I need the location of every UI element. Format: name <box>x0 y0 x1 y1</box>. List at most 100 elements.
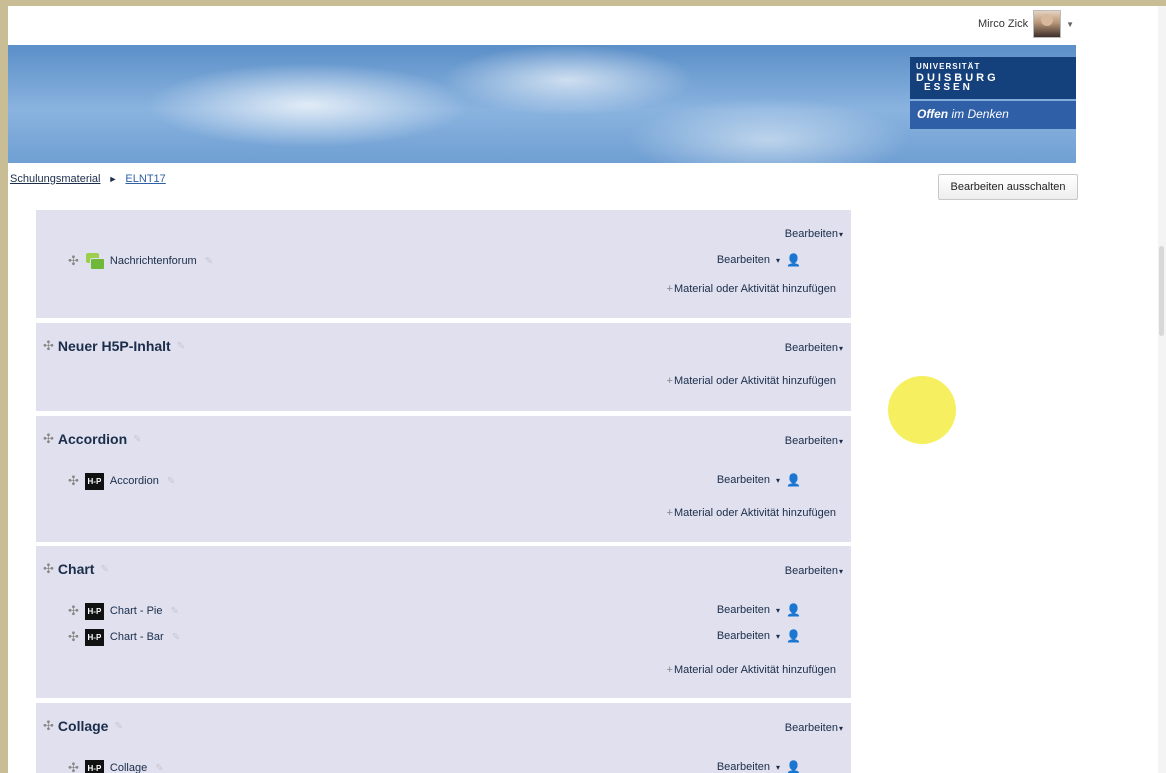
pencil-icon[interactable]: ✎ <box>170 606 178 617</box>
add-activity-link[interactable]: +Material oder Aktivität hinzufügen <box>667 664 836 676</box>
add-activity-label: Material oder Aktivität hinzufügen <box>673 375 836 387</box>
add-activity-label: Material oder Aktivität hinzufügen <box>673 283 836 295</box>
activity-edit-menu[interactable]: Bearbeiten ▾ 👤 <box>717 253 801 267</box>
slogan-rest: im Denken <box>951 107 1009 121</box>
person-icon[interactable]: 👤 <box>786 760 801 773</box>
person-icon[interactable]: 👤 <box>786 473 801 487</box>
h5p-icon: H-P <box>84 472 104 490</box>
move-icon[interactable]: ✣ <box>68 629 79 645</box>
section-title: ✣ Collage ✎ <box>43 718 123 734</box>
user-name[interactable]: Mirco Zick <box>978 18 1028 30</box>
activity-link[interactable]: Collage <box>110 762 147 773</box>
h5p-icon: H-P <box>84 628 104 646</box>
chevron-down-icon: ▾ <box>838 437 843 446</box>
section-title-text: Neuer H5P-Inhalt <box>57 338 171 354</box>
plus-icon: + <box>666 664 673 676</box>
move-icon[interactable]: ✣ <box>43 431 54 447</box>
pencil-icon[interactable]: ✎ <box>133 434 141 445</box>
section-title: ✣ Neuer H5P-Inhalt ✎ <box>43 338 185 354</box>
pencil-icon[interactable]: ✎ <box>155 763 163 773</box>
chevron-down-icon: ▾ <box>776 255 781 265</box>
section-edit-menu[interactable]: Bearbeiten▾ <box>785 342 843 354</box>
user-menu[interactable]: Mirco Zick ▼ <box>978 10 1074 38</box>
move-icon[interactable]: ✣ <box>43 718 54 734</box>
person-icon[interactable]: 👤 <box>786 253 801 267</box>
section-edit-label: Bearbeiten <box>784 228 838 240</box>
logo-slogan: Offen im Denken <box>910 101 1076 129</box>
section-title-text: Accordion <box>57 431 128 447</box>
activity-edit-menu[interactable]: Bearbeiten ▾ 👤 <box>717 760 801 773</box>
pencil-icon[interactable]: ✎ <box>100 564 108 575</box>
breadcrumb-separator-icon: ► <box>108 174 118 184</box>
chevron-down-icon[interactable]: ▼ <box>1066 20 1074 29</box>
forum-icon <box>85 252 105 270</box>
move-icon[interactable]: ✣ <box>43 338 54 354</box>
browser-viewport: Mirco Zick ▼ UNIVERSITÄT DUISBURG ESSEN … <box>8 6 1166 773</box>
person-icon[interactable]: 👤 <box>786 603 801 617</box>
move-icon[interactable]: ✣ <box>68 473 79 489</box>
section-edit-label: Bearbeiten <box>784 435 838 447</box>
pencil-icon[interactable]: ✎ <box>205 256 213 267</box>
course-section: Bearbeiten▾ ✣ Nachrichtenforum ✎ Bearbeiten ▾… <box>36 210 851 318</box>
section-edit-menu[interactable]: Bearbeiten▾ <box>785 228 843 240</box>
section-title: ✣ Accordion ✎ <box>43 431 142 447</box>
add-activity-link[interactable]: +Material oder Aktivität hinzufügen <box>667 507 836 519</box>
h5p-icon: H-P <box>84 759 104 773</box>
section-edit-label: Bearbeiten <box>784 342 838 354</box>
logo-text-universitaet: UNIVERSITÄT <box>916 62 981 71</box>
person-icon[interactable]: 👤 <box>786 629 801 643</box>
move-icon[interactable]: ✣ <box>43 561 54 577</box>
activity-edit-menu[interactable]: Bearbeiten ▾ 👤 <box>717 629 801 643</box>
pencil-icon[interactable]: ✎ <box>172 632 180 643</box>
activity-edit-menu[interactable]: Bearbeiten ▾ 👤 <box>717 603 801 617</box>
activity-edit-label: Bearbeiten <box>716 630 771 642</box>
activity-item[interactable]: ✣ H-P Chart - Bar ✎ <box>68 628 180 646</box>
section-edit-menu[interactable]: Bearbeiten▾ <box>785 435 843 447</box>
scrollbar-thumb[interactable] <box>1159 246 1164 336</box>
breadcrumb: Schulungsmaterial ► ELNT17 <box>10 173 166 185</box>
chevron-down-icon: ▾ <box>776 475 781 485</box>
move-icon[interactable]: ✣ <box>68 760 79 773</box>
course-section: ✣ Accordion ✎ Bearbeiten▾ ✣ H-P Accordion ✎ Bear… <box>36 416 851 542</box>
pencil-icon[interactable]: ✎ <box>177 341 185 352</box>
activity-item[interactable]: ✣ H-P Chart - Pie ✎ <box>68 602 179 620</box>
breadcrumb-link-schulungsmaterial[interactable]: Schulungsmaterial <box>10 173 101 185</box>
pencil-icon[interactable]: ✎ <box>167 476 175 487</box>
edit-off-button[interactable]: Bearbeiten ausschalten <box>938 174 1078 200</box>
avatar[interactable] <box>1033 10 1062 38</box>
add-activity-link[interactable]: +Material oder Aktivität hinzufügen <box>667 375 836 387</box>
add-activity-label: Material oder Aktivität hinzufügen <box>673 507 836 519</box>
breadcrumb-link-elnt17[interactable]: ELNT17 <box>125 173 165 185</box>
move-icon[interactable]: ✣ <box>68 603 79 619</box>
activity-edit-label: Bearbeiten <box>716 604 771 616</box>
activity-link[interactable]: Chart - Bar <box>110 631 164 643</box>
activity-link[interactable]: Accordion <box>110 475 159 487</box>
university-logo[interactable]: UNIVERSITÄT DUISBURG ESSEN <box>910 57 1076 99</box>
activity-item[interactable]: ✣ Nachrichtenforum ✎ <box>68 252 213 270</box>
chevron-down-icon: ▾ <box>838 230 843 239</box>
header-banner: UNIVERSITÄT DUISBURG ESSEN Offen im Denk… <box>8 45 1076 163</box>
add-activity-label: Material oder Aktivität hinzufügen <box>673 664 836 676</box>
section-edit-menu[interactable]: Bearbeiten▾ <box>785 565 843 577</box>
logo-text-essen: ESSEN <box>924 82 973 93</box>
move-icon[interactable]: ✣ <box>68 253 79 269</box>
plus-icon: + <box>666 375 673 387</box>
section-edit-menu[interactable]: Bearbeiten▾ <box>785 722 843 734</box>
activity-item[interactable]: ✣ H-P Accordion ✎ <box>68 472 175 490</box>
pencil-icon[interactable]: ✎ <box>114 721 122 732</box>
h5p-icon: H-P <box>84 602 104 620</box>
chevron-down-icon: ▾ <box>776 631 781 641</box>
cursor-highlight <box>888 376 956 444</box>
add-activity-link[interactable]: +Material oder Aktivität hinzufügen <box>667 283 836 295</box>
activity-link[interactable]: Nachrichtenforum <box>110 255 197 267</box>
plus-icon: + <box>666 507 673 519</box>
chevron-down-icon: ▾ <box>838 724 843 733</box>
section-edit-label: Bearbeiten <box>784 565 838 577</box>
activity-edit-menu[interactable]: Bearbeiten ▾ 👤 <box>717 473 801 487</box>
chevron-down-icon: ▾ <box>838 567 843 576</box>
activity-edit-label: Bearbeiten <box>716 761 771 773</box>
section-title-text: Chart <box>57 561 95 577</box>
activity-link[interactable]: Chart - Pie <box>110 605 163 617</box>
vertical-scrollbar[interactable] <box>1158 6 1166 773</box>
activity-item[interactable]: ✣ H-P Collage ✎ <box>68 759 164 773</box>
